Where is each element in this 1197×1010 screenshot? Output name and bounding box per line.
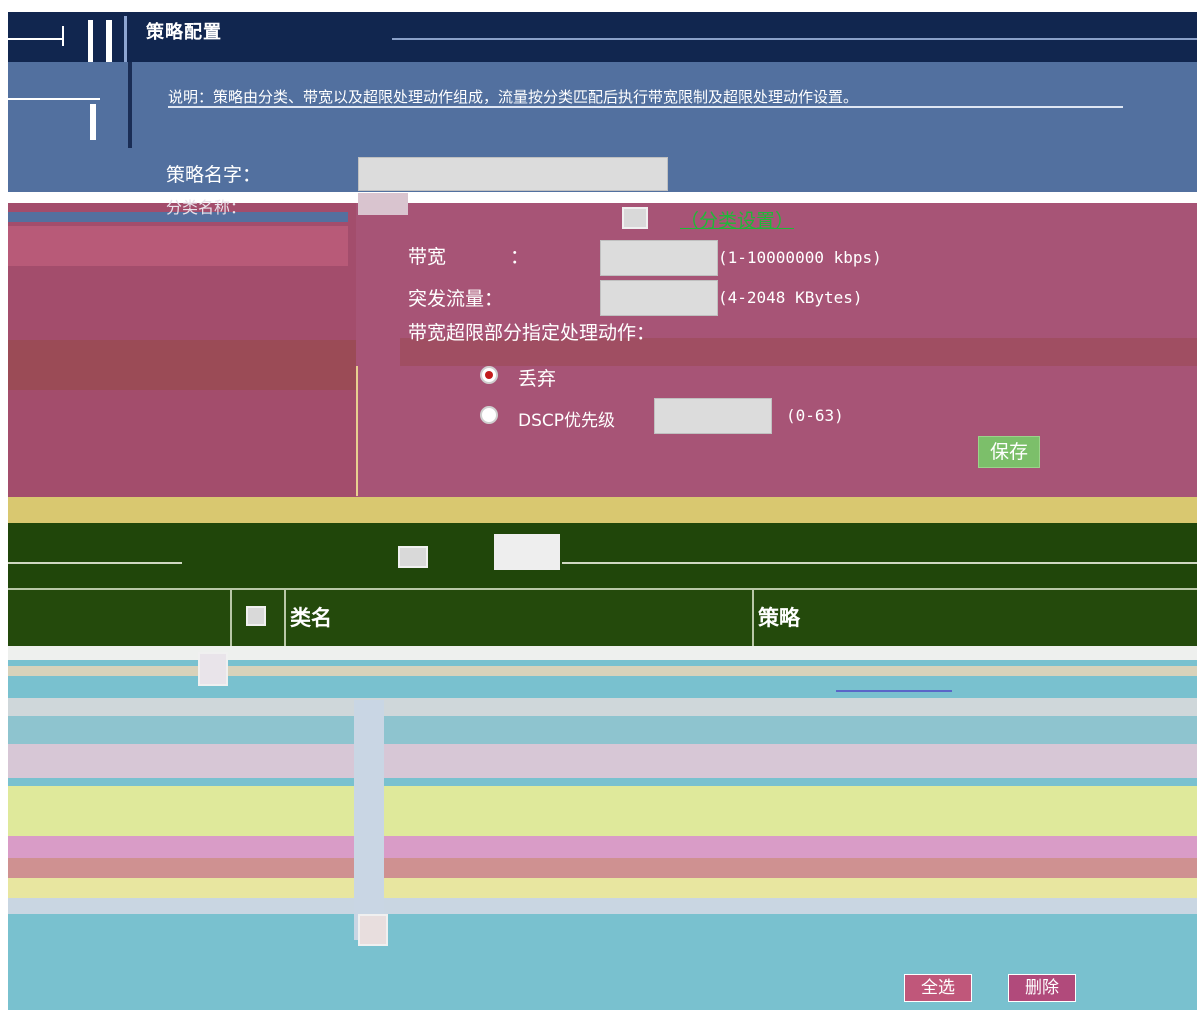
row-band <box>8 744 1197 778</box>
row-delete-icon[interactable] <box>358 914 388 946</box>
title-bar-decoration <box>8 38 64 40</box>
info-bar-decoration <box>90 104 96 140</box>
policy-name-label: 策略名字： <box>166 164 262 186</box>
title-bar-decoration <box>62 26 64 46</box>
bandwidth-hint: (1-10000000 kbps) <box>718 248 882 267</box>
title-bar-decoration <box>106 20 112 62</box>
row-band <box>8 836 1197 858</box>
info-bar-divider <box>128 62 132 148</box>
column-header-policy: 策略 <box>758 606 800 630</box>
action-drop-radio[interactable] <box>480 366 498 384</box>
class-check-icon <box>622 207 648 229</box>
table-toolbar <box>8 523 1197 588</box>
dscp-hint: (0-63) <box>786 406 844 425</box>
table-header <box>8 588 1197 648</box>
radio-selected-dot <box>485 371 493 379</box>
panel-footer-band <box>8 497 1197 523</box>
row-band <box>8 898 1197 914</box>
info-text: 说明：策略由分类、带宽以及超限处理动作组成，流量按分类匹配后执行带宽限制及超限处… <box>168 88 859 106</box>
class-settings-link[interactable]: （分类设置） <box>680 206 794 233</box>
bandwidth-input[interactable] <box>600 240 718 276</box>
row-link-underline <box>836 690 952 692</box>
class-select[interactable] <box>358 193 408 215</box>
toolbar-rule <box>8 562 182 564</box>
page-title: 策略配置 <box>146 22 222 43</box>
toolbar-check-icon[interactable] <box>398 546 428 568</box>
title-bar-decoration <box>88 20 93 62</box>
row-band <box>8 858 1197 878</box>
header-divider <box>752 590 754 646</box>
burst-input[interactable] <box>600 280 718 316</box>
panel-divider <box>356 366 358 496</box>
header-divider <box>230 590 232 646</box>
header-divider <box>284 590 286 646</box>
exceed-action-label: 带宽超限部分指定处理动作： <box>408 322 656 344</box>
action-drop-label: 丢弃 <box>518 368 557 390</box>
table-body <box>8 646 1197 1010</box>
row-band <box>8 698 1197 716</box>
select-all-checkbox[interactable] <box>246 606 266 626</box>
select-all-button[interactable]: 全选 <box>904 974 972 1002</box>
action-dscp-label: DSCP优先级 <box>518 411 616 431</box>
info-underline <box>168 106 1123 108</box>
burst-hint: (4-2048 KBytes) <box>718 288 863 307</box>
bandwidth-label: 带宽 <box>408 246 447 268</box>
table-column-strip <box>354 700 384 940</box>
burst-label: 突发流量： <box>408 288 504 310</box>
title-bar-divider <box>124 16 127 62</box>
policy-name-input[interactable] <box>358 157 668 191</box>
table-grid-icon[interactable] <box>494 534 560 570</box>
title-rule <box>392 38 1197 40</box>
row-band <box>8 716 1197 744</box>
dscp-input[interactable] <box>654 398 772 434</box>
action-dscp-radio[interactable] <box>480 406 498 424</box>
column-header-class: 类名 <box>290 606 332 630</box>
toolbar-rule <box>562 562 1197 564</box>
bandwidth-colon: ： <box>510 246 530 268</box>
class-name-label: 分类名称： <box>166 198 247 217</box>
save-button[interactable]: 保存 <box>978 436 1040 468</box>
panel-stripe <box>8 226 348 266</box>
row-band <box>8 786 1197 836</box>
row-edit-icon[interactable] <box>198 652 228 686</box>
row-band <box>8 666 1197 676</box>
info-bar-decoration <box>8 98 100 100</box>
panel-stripe <box>8 340 356 390</box>
row-band <box>8 878 1197 898</box>
delete-button[interactable]: 删除 <box>1008 974 1076 1002</box>
row-band <box>8 646 1197 660</box>
